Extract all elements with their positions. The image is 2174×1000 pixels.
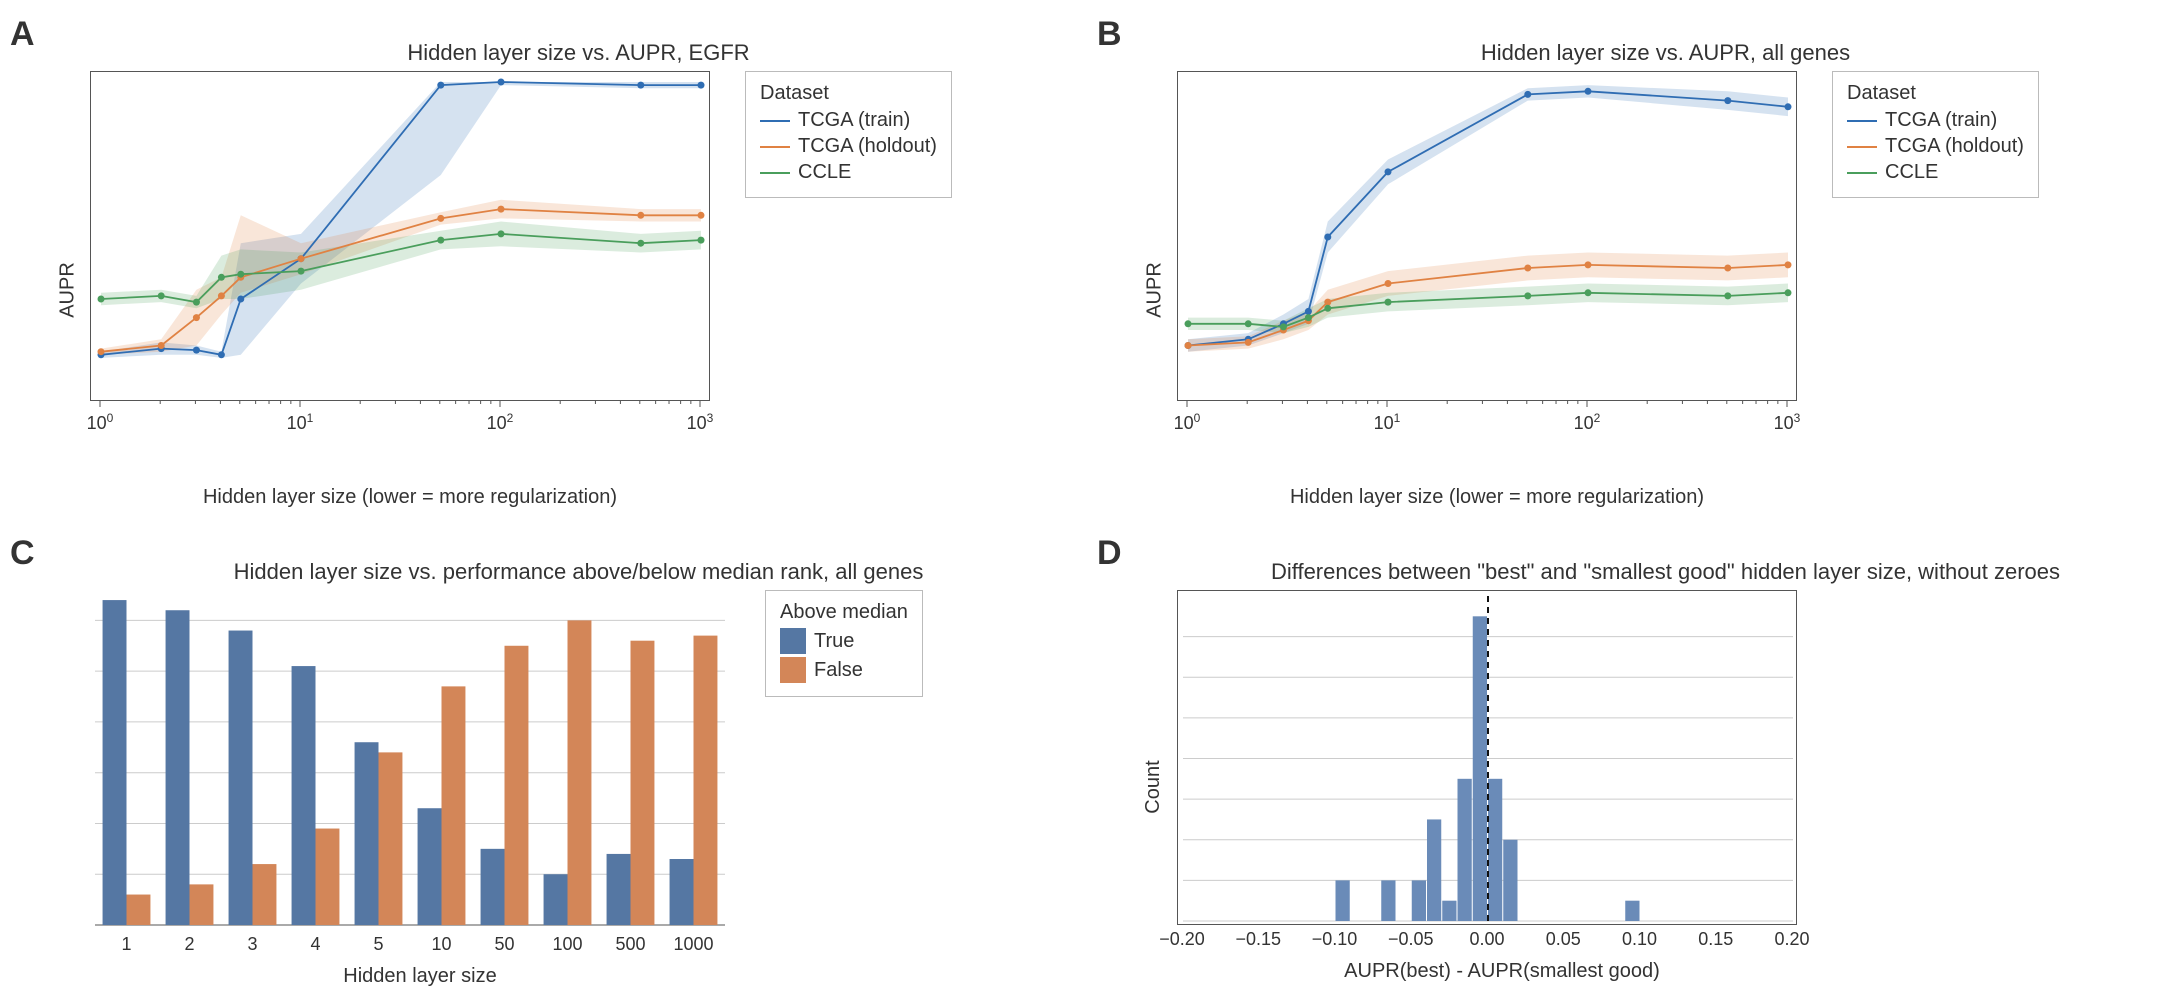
panel-b: B Hidden layer size vs. AUPR, all genes … xyxy=(1107,20,2154,509)
svg-text:−0.05: −0.05 xyxy=(1388,929,1434,949)
svg-text:500: 500 xyxy=(615,934,645,954)
chart-title-d: Differences between "best" and "smallest… xyxy=(1177,559,2154,585)
svg-text:5: 5 xyxy=(373,934,383,954)
figure-grid: A Hidden layer size vs. AUPR, EGFR AUPR … xyxy=(20,20,2154,980)
svg-text:4: 4 xyxy=(310,934,320,954)
panel-label-d: D xyxy=(1097,534,1122,573)
svg-text:1: 1 xyxy=(121,934,131,954)
svg-text:100: 100 xyxy=(552,934,582,954)
svg-text:10: 10 xyxy=(431,934,451,954)
legend-title-b: Dataset xyxy=(1847,82,2024,105)
svg-text:102: 102 xyxy=(487,411,514,433)
plot-a: 0.00.20.40.60.81.0 xyxy=(90,71,710,401)
legend-item: TCGA (holdout) xyxy=(798,135,937,158)
svg-text:100: 100 xyxy=(87,411,114,433)
legend-item: CCLE xyxy=(798,161,851,184)
xlabel-c: Hidden layer size xyxy=(90,965,750,988)
svg-text:0.05: 0.05 xyxy=(1546,929,1581,949)
svg-text:101: 101 xyxy=(287,411,314,433)
chart-title-b: Hidden layer size vs. AUPR, all genes xyxy=(1177,40,2154,66)
svg-text:0.00: 0.00 xyxy=(1469,929,1504,949)
panel-label-a: A xyxy=(10,15,35,54)
panel-label-b: B xyxy=(1097,15,1122,54)
legend-a: Dataset TCGA (train) TCGA (holdout) CCLE xyxy=(745,71,952,198)
svg-text:102: 102 xyxy=(1574,411,1601,433)
chart-title-a: Hidden layer size vs. AUPR, EGFR xyxy=(90,40,1067,66)
panel-d: D Differences between "best" and "smalle… xyxy=(1107,539,2154,988)
svg-text:101: 101 xyxy=(1374,411,1401,433)
plot-b: 0.00.20.40.60.81.0 xyxy=(1177,71,1797,401)
svg-text:0.10: 0.10 xyxy=(1622,929,1657,949)
ylabel-a: AUPR xyxy=(56,262,79,318)
svg-text:100: 100 xyxy=(1174,411,1201,433)
xlabel-b: Hidden layer size (lower = more regulari… xyxy=(1177,486,1817,509)
svg-text:3: 3 xyxy=(247,934,257,954)
ylabel-d: Count xyxy=(1142,760,1165,813)
panel-c: C Hidden layer size vs. performance abov… xyxy=(20,539,1067,988)
svg-text:50: 50 xyxy=(494,934,514,954)
svg-text:103: 103 xyxy=(687,411,714,433)
chart-title-c: Hidden layer size vs. performance above/… xyxy=(90,559,1067,585)
xlabel-a: Hidden layer size (lower = more regulari… xyxy=(90,486,730,509)
svg-text:−0.20: −0.20 xyxy=(1159,929,1205,949)
legend-item: TCGA (holdout) xyxy=(1885,135,2024,158)
svg-text:−0.15: −0.15 xyxy=(1235,929,1281,949)
svg-text:0.15: 0.15 xyxy=(1698,929,1733,949)
svg-text:0.20: 0.20 xyxy=(1774,929,1809,949)
legend-b: Dataset TCGA (train) TCGA (holdout) CCLE xyxy=(1832,71,2039,198)
panel-a: A Hidden layer size vs. AUPR, EGFR AUPR … xyxy=(20,20,1067,509)
xlabel-d: AUPR(best) - AUPR(smallest good) xyxy=(1177,960,1827,983)
svg-text:−0.10: −0.10 xyxy=(1312,929,1358,949)
legend-item: True xyxy=(814,630,854,653)
svg-text:1000: 1000 xyxy=(673,934,713,954)
legend-item: TCGA (train) xyxy=(798,109,910,132)
legend-title-c: Above median xyxy=(780,601,908,624)
legend-item: TCGA (train) xyxy=(1885,109,1997,132)
plot-d: 02468101214 xyxy=(1177,590,1797,925)
svg-text:103: 103 xyxy=(1774,411,1801,433)
panel-label-c: C xyxy=(10,534,35,573)
legend-title-a: Dataset xyxy=(760,82,937,105)
legend-item: CCLE xyxy=(1885,161,1938,184)
plot-c: 0102030405060 xyxy=(90,590,730,930)
ylabel-b: AUPR xyxy=(1143,262,1166,318)
legend-item: False xyxy=(814,659,863,682)
svg-text:2: 2 xyxy=(184,934,194,954)
legend-c: Above median True False xyxy=(765,590,923,697)
